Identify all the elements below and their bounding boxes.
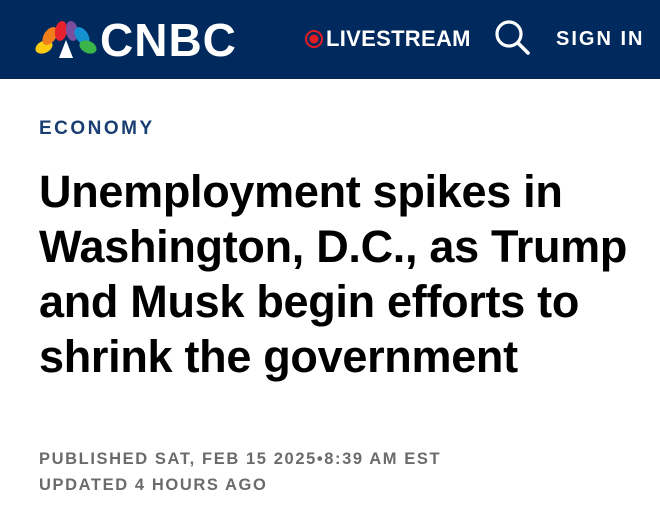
nbc-peacock-icon (35, 21, 97, 58)
search-icon[interactable] (493, 18, 531, 56)
cnbc-logo[interactable]: CNBC (34, 14, 237, 66)
brand-wordmark: CNBC (100, 14, 237, 66)
livestream-label: LIVESTREAM (326, 26, 471, 51)
published-date: PUBLISHED SAT, FEB 15 2025•8:39 AM EST (39, 450, 441, 469)
updated-time: UPDATED 4 HOURS AGO (39, 476, 268, 494)
livestream-link[interactable]: LIVESTREAM (304, 25, 471, 53)
section-label[interactable]: ECONOMY (39, 118, 155, 140)
sign-in-button[interactable]: SIGN IN (556, 25, 644, 53)
published-date-prefix: PUBLISHED SAT, FEB 15 2025 (39, 450, 317, 468)
article-headline: Unemployment spikes in Washington, D.C.,… (39, 166, 628, 382)
published-time: 8:39 AM EST (324, 450, 442, 468)
live-dot-icon (305, 30, 323, 48)
site-header: CNBC LIVESTREAM SIGN IN (0, 0, 660, 79)
